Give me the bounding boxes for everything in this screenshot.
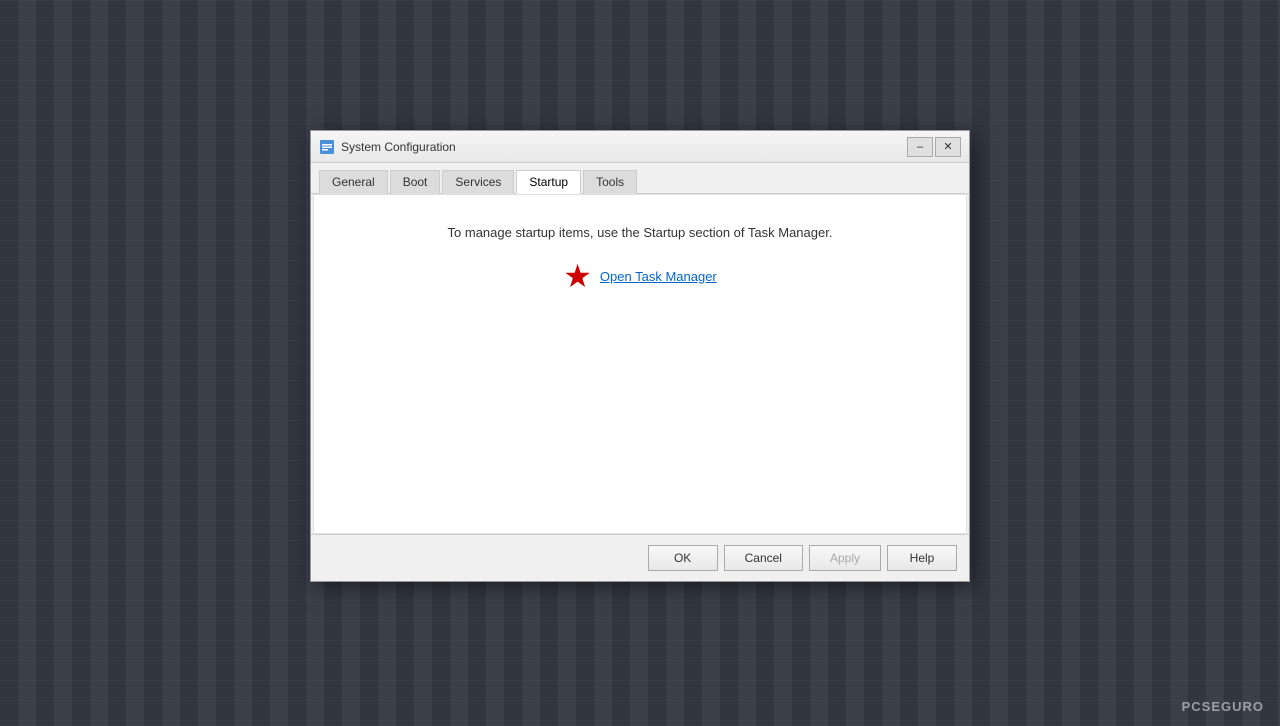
dialog-icon: [319, 139, 335, 155]
help-button[interactable]: Help: [887, 545, 957, 571]
tab-general[interactable]: General: [319, 170, 388, 194]
tab-startup[interactable]: Startup: [516, 170, 581, 194]
link-container: ★ Open Task Manager: [563, 260, 717, 292]
star-icon: ★: [563, 260, 592, 292]
watermark: PCSEGURO: [1182, 699, 1264, 714]
content-description: To manage startup items, use the Startup…: [448, 225, 833, 240]
dialog-title: System Configuration: [341, 140, 456, 154]
title-bar: System Configuration – ✕: [311, 131, 969, 163]
system-config-dialog: System Configuration – ✕ General Boot Se…: [310, 130, 970, 582]
content-area: To manage startup items, use the Startup…: [313, 194, 967, 534]
tab-tools[interactable]: Tools: [583, 170, 637, 194]
close-button[interactable]: ✕: [935, 137, 961, 157]
cancel-button[interactable]: Cancel: [724, 545, 803, 571]
tab-services[interactable]: Services: [442, 170, 514, 194]
button-bar: OK Cancel Apply Help: [311, 534, 969, 581]
tab-boot[interactable]: Boot: [390, 170, 441, 194]
tab-bar: General Boot Services Startup Tools: [311, 163, 969, 194]
minimize-button[interactable]: –: [907, 137, 933, 157]
open-task-manager-link[interactable]: Open Task Manager: [600, 269, 717, 284]
ok-button[interactable]: OK: [648, 545, 718, 571]
apply-button[interactable]: Apply: [809, 545, 881, 571]
title-bar-controls: – ✕: [907, 137, 961, 157]
title-bar-left: System Configuration: [319, 139, 456, 155]
